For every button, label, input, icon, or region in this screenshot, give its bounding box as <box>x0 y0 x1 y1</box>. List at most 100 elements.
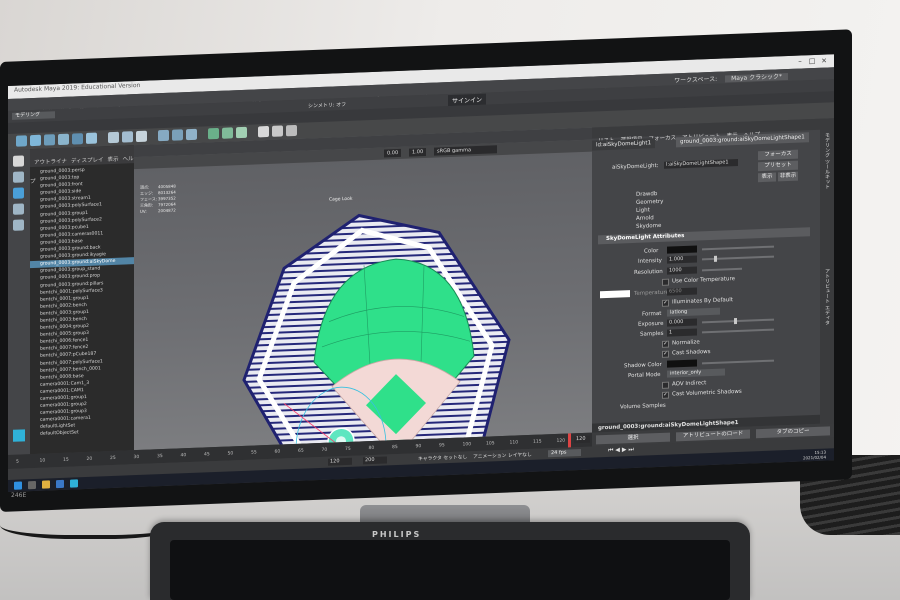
shadow-color-swatch[interactable] <box>667 359 697 368</box>
show-button[interactable]: 表示 <box>758 172 776 183</box>
monitor-brand: PHILIPS <box>372 530 422 539</box>
time-tick-label: 40 <box>180 453 187 459</box>
hide-button[interactable]: 非表示 <box>778 171 798 182</box>
uv-planar-icon[interactable] <box>222 127 233 139</box>
cone-icon[interactable] <box>58 133 69 146</box>
plane-icon[interactable] <box>72 133 83 145</box>
side-tab-modeling[interactable]: モデリング ツールキット <box>824 132 831 189</box>
temperature-field[interactable]: 6500 <box>667 287 697 296</box>
outliner-menu-item[interactable]: ディスプレイ <box>71 157 104 164</box>
extrude-icon[interactable] <box>158 129 169 142</box>
attribute-footer-button[interactable]: タブのコピー <box>756 426 830 439</box>
time-cursor[interactable] <box>568 433 571 448</box>
intensity-field[interactable]: 1.000 <box>667 255 697 264</box>
windows-start-icon[interactable] <box>14 481 22 490</box>
resolution-field[interactable]: 1000 <box>667 266 697 275</box>
lasso-tool-icon[interactable] <box>13 171 24 183</box>
viewport[interactable]: ビューシェーディングライティング表示レンダラパネル 0.00 1.00 sRGB… <box>134 127 592 451</box>
illuminates-checkbox[interactable]: ✓ <box>662 299 669 307</box>
focus-button[interactable]: フォーカス <box>758 149 798 161</box>
range-start-field[interactable]: 120 <box>328 457 352 466</box>
attribute-category[interactable]: Light <box>636 207 650 214</box>
browser-icon[interactable] <box>56 479 64 489</box>
node-tab-1[interactable]: ld:aiSkyDomeLight1 <box>592 138 656 151</box>
explorer-icon[interactable] <box>42 480 50 489</box>
uv-auto-icon[interactable] <box>236 126 247 139</box>
preset-button[interactable]: プリセット <box>758 160 798 172</box>
playback-controls[interactable]: ⏮ ◀ ▶ ⏭ <box>608 446 634 455</box>
sphere-icon[interactable] <box>16 135 27 147</box>
viewport-field-1[interactable]: 0.00 <box>384 148 402 158</box>
exposure-field[interactable]: 0.000 <box>667 318 697 327</box>
cast-shadows-checkbox[interactable]: ✓ <box>662 350 669 358</box>
bevel-icon[interactable] <box>186 128 197 141</box>
attribute-category[interactable]: Arnold <box>636 215 654 222</box>
attribute-footer-button[interactable]: 選択 <box>596 432 670 445</box>
combine-icon[interactable] <box>108 131 119 144</box>
attribute-category[interactable]: Geometry <box>636 199 663 206</box>
aov-indirect-label: AOV Indirect <box>672 380 707 388</box>
viewport-field-2[interactable]: 1.00 <box>409 147 427 157</box>
time-tick-label: 75 <box>345 446 351 453</box>
outliner-menu-item[interactable]: 表示 <box>108 157 119 163</box>
separate-icon[interactable] <box>122 131 133 143</box>
attribute-footer-button[interactable]: アトリビュートのロード <box>676 429 750 442</box>
maximize-icon[interactable]: □ <box>808 57 816 65</box>
intensity-slider[interactable] <box>702 255 774 261</box>
samples-field[interactable]: 1 <box>667 328 697 337</box>
intensity-knob[interactable] <box>714 255 717 262</box>
fps-dropdown[interactable]: 24 fps <box>548 448 581 458</box>
bridge-icon[interactable] <box>172 129 183 141</box>
portal-mode-dropdown[interactable]: interior_only <box>667 368 725 378</box>
uv-editor-icon[interactable] <box>208 127 219 140</box>
move-tool-icon[interactable] <box>13 187 24 199</box>
cast-volumetric-checkbox[interactable]: ✓ <box>662 391 669 399</box>
target-weld-icon[interactable] <box>272 125 283 137</box>
maya-taskbar-icon[interactable] <box>70 479 78 488</box>
close-icon[interactable]: × <box>820 56 828 65</box>
attribute-category[interactable]: Skydome <box>636 223 661 230</box>
shape-label: aiSkyDomeLight: <box>612 163 659 171</box>
smooth-icon[interactable] <box>136 130 147 143</box>
shape-field[interactable]: l:aiSkyDomeLightShape1 <box>664 158 738 169</box>
multi-cut-icon[interactable] <box>258 125 269 138</box>
no-character-set[interactable]: キャラクタ セットなし <box>418 453 467 462</box>
attribute-category[interactable]: Drawdb <box>636 191 657 198</box>
side-tab-attribute[interactable]: アトリビュート エディタ <box>824 268 831 325</box>
mode-dropdown[interactable]: モデリング <box>12 111 55 120</box>
time-tick-label: 115 <box>533 439 542 445</box>
outliner-list: ground_0003:persp ground_0003:top ground_0… <box>30 165 134 439</box>
time-tick-label: 30 <box>133 454 140 461</box>
range-end-field[interactable]: 200 <box>363 456 387 465</box>
outliner-menu-item[interactable]: アウトライナ <box>34 159 67 166</box>
maya-logo-icon <box>13 429 25 442</box>
aov-indirect-checkbox[interactable] <box>662 381 669 389</box>
color-slider[interactable] <box>702 245 774 251</box>
exposure-knob[interactable] <box>734 317 737 325</box>
color-space-dropdown[interactable]: sRGB gamma <box>434 145 497 156</box>
samples-slider[interactable] <box>702 328 774 334</box>
stadium-model <box>242 213 511 451</box>
intensity-label: Intensity <box>638 257 662 265</box>
normalize-checkbox[interactable]: ✓ <box>662 340 669 348</box>
minimize-icon[interactable]: – <box>796 57 804 66</box>
select-tool-icon[interactable] <box>13 155 24 167</box>
search-icon[interactable] <box>28 480 36 490</box>
torus-icon[interactable] <box>86 132 97 145</box>
quad-draw-icon[interactable] <box>286 124 297 137</box>
exposure-slider[interactable] <box>702 318 774 324</box>
format-dropdown[interactable]: latlong <box>667 307 720 317</box>
color-swatch[interactable] <box>667 245 697 254</box>
use-color-temp-checkbox[interactable] <box>662 278 669 286</box>
normalize-label: Normalize <box>672 339 700 347</box>
no-anim-layer[interactable]: アニメーション レイヤなし <box>473 451 532 460</box>
current-frame-field[interactable]: 120 <box>574 435 590 444</box>
symmetry-label[interactable]: シンメトリ: オフ <box>308 101 346 109</box>
cylinder-icon[interactable] <box>44 134 55 146</box>
shadow-color-slider[interactable] <box>702 359 774 365</box>
skydome-attributes-section[interactable]: SkyDomeLight Attributes <box>598 227 810 245</box>
scale-tool-icon[interactable] <box>13 219 24 231</box>
cube-icon[interactable] <box>30 134 41 147</box>
rotate-tool-icon[interactable] <box>13 203 24 215</box>
resolution-slider[interactable] <box>702 267 742 272</box>
